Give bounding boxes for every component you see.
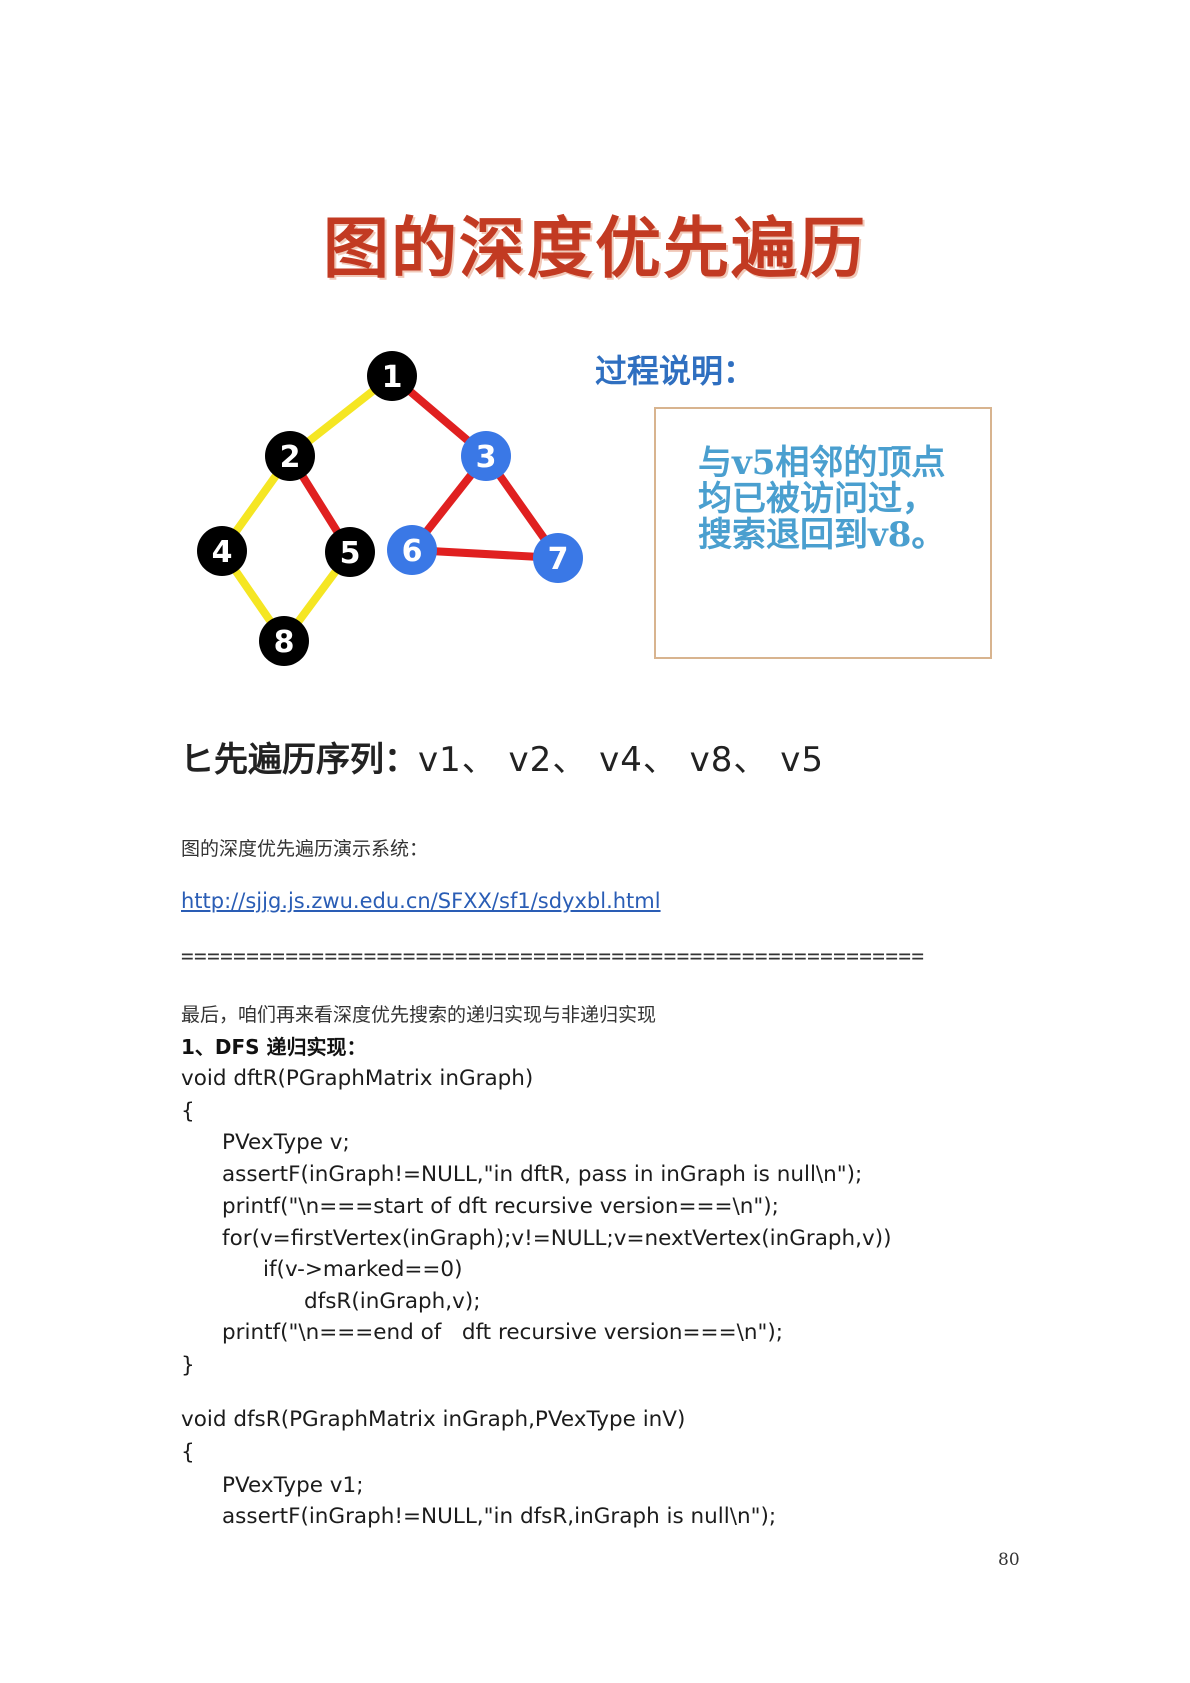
- description-line-2: 均已被访问过，: [698, 479, 936, 519]
- graph-node-label-1: 1: [382, 360, 403, 395]
- code-line: printf("\n===start of dft recursive vers…: [181, 1194, 779, 1219]
- graph-node-6: 6: [387, 525, 437, 575]
- traversal-sequence: ヒ先遍历序列：v1、 v2、 v4、 v8、 v5: [180, 732, 980, 781]
- code-line: if(v->marked==0): [181, 1257, 463, 1282]
- code-line: PVexType v;: [181, 1130, 350, 1155]
- graph-node-5: 5: [325, 527, 375, 577]
- sequence-values: v1、 v2、 v4、 v8、 v5: [418, 740, 824, 780]
- code-line: }: [181, 1353, 195, 1378]
- code-line: {: [181, 1440, 195, 1465]
- code-line: for(v=firstVertex(inGraph);v!=NULL;v=nex…: [181, 1226, 892, 1251]
- code-line: void dftR(PGraphMatrix inGraph): [181, 1066, 534, 1091]
- code-line: assertF(inGraph!=NULL,"in dftR, pass in …: [181, 1162, 863, 1187]
- code-line: dfsR(inGraph,v);: [181, 1289, 481, 1314]
- demo-system-link[interactable]: http://sjjg.js.zwu.edu.cn/SFXX/sf1/sdyxb…: [181, 889, 661, 913]
- graph-node-label-4: 4: [212, 535, 233, 570]
- graph-node-label-7: 7: [548, 542, 569, 577]
- process-title: 过程说明：: [595, 352, 756, 390]
- slide-title: 图的深度优先遍历: [323, 210, 867, 287]
- code-line: void dfsR(PGraphMatrix inGraph,PVexType …: [181, 1407, 686, 1432]
- graph-node-2: 2: [265, 431, 315, 481]
- graph-node-label-3: 3: [476, 440, 497, 475]
- section-heading: 1、DFS 递归实现：: [181, 1035, 367, 1059]
- demo-system-label: 图的深度优先遍历演示系统：: [181, 838, 429, 860]
- description-line-3: 搜索退回到v8。: [698, 515, 946, 555]
- intro-paragraph: 最后，咱们再来看深度优先搜索的递归实现与非递归实现: [181, 1004, 657, 1026]
- graph-node-label-8: 8: [274, 625, 295, 660]
- graph-node-4: 4: [197, 526, 247, 576]
- description-line-1: 与v5相邻的顶点: [698, 443, 946, 483]
- description-box: 与v5相邻的顶点 均已被访问过， 搜索退回到v8。: [654, 407, 992, 659]
- graph-node-8: 8: [259, 616, 309, 666]
- sequence-label: ヒ先遍历序列：: [180, 740, 418, 780]
- page-number: 80: [998, 1550, 1020, 1570]
- graph-node-label-2: 2: [280, 440, 301, 475]
- graph-node-7: 7: [533, 533, 583, 583]
- graph-node-label-6: 6: [402, 534, 423, 569]
- section-divider: ========================================…: [181, 944, 925, 968]
- code-line: {: [181, 1099, 195, 1124]
- code-line: assertF(inGraph!=NULL,"in dfsR,inGraph i…: [181, 1504, 777, 1529]
- code-line: PVexType v1;: [181, 1473, 364, 1498]
- dfs-graph-diagram: 1 2 3 4 5 6 7 8: [197, 351, 583, 666]
- graph-node-3: 3: [461, 431, 511, 481]
- graph-node-label-5: 5: [340, 536, 361, 571]
- graph-node-1: 1: [367, 351, 417, 401]
- code-line: printf("\n===end of dft recursive versio…: [181, 1320, 783, 1345]
